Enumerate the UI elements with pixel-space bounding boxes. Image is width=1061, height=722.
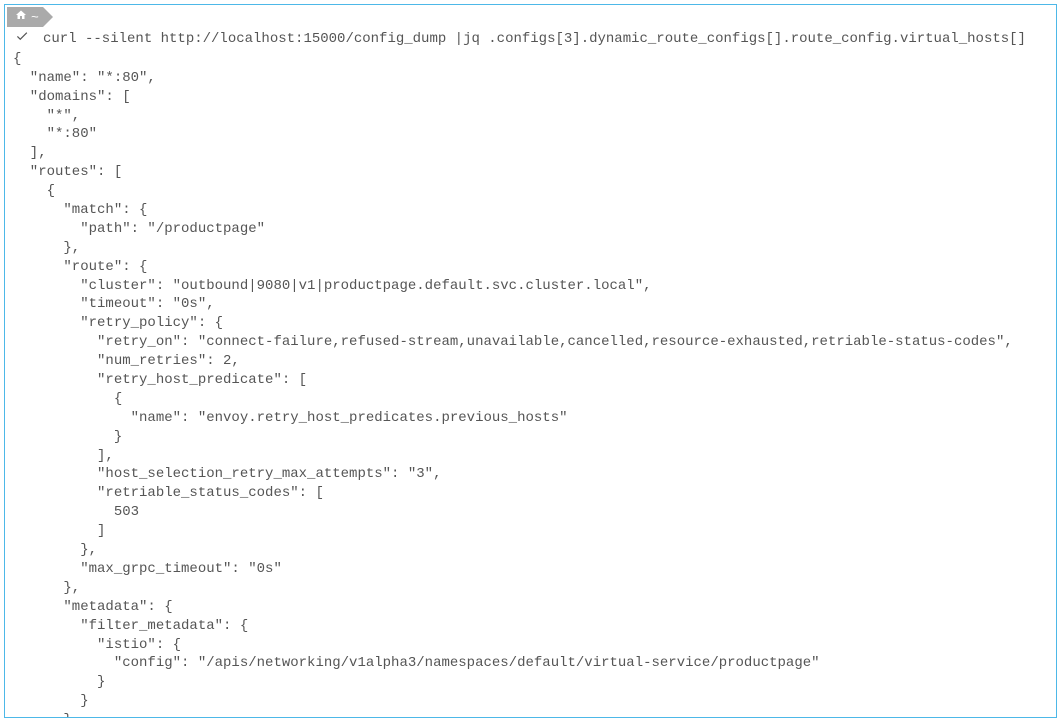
breadcrumb-tilde: ~	[31, 10, 39, 25]
command-text: curl --silent http://localhost:15000/con…	[43, 30, 1026, 49]
prompt-line: curl --silent http://localhost:15000/con…	[13, 29, 1048, 50]
terminal-content[interactable]: curl --silent http://localhost:15000/con…	[5, 27, 1056, 718]
breadcrumb-bar: ~	[7, 7, 43, 27]
home-icon	[15, 9, 27, 26]
output-block: { "name": "*:80", "domains": [ "*", "*:8…	[13, 50, 1048, 718]
checkmark-icon	[13, 29, 43, 50]
terminal-container: ~ curl --silent http://localhost:15000/c…	[4, 4, 1057, 718]
